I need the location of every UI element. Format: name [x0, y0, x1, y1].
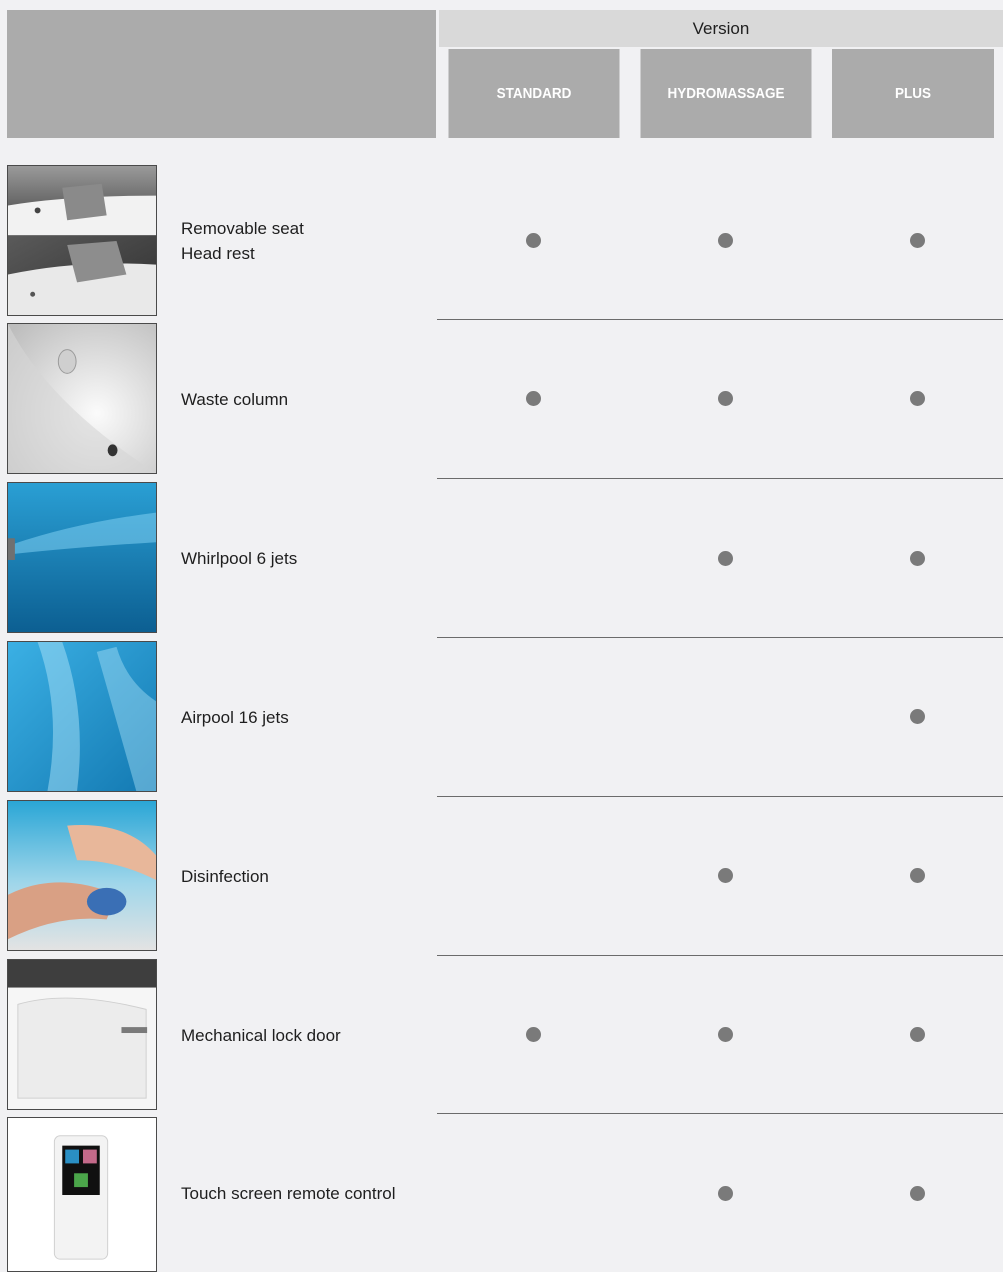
feature-label: Airpool 16 jets [181, 705, 289, 730]
feature-row-remote-control: Touch screen remote control [0, 1117, 1003, 1272]
feature-row-lock-door: Mechanical lock door [0, 959, 1003, 1111]
feature-row-airpool: Airpool 16 jets [0, 641, 1003, 793]
feature-label: Mechanical lock door [181, 1023, 341, 1048]
feature-label-line: Airpool 16 jets [181, 708, 289, 727]
availability-dot-plus [910, 868, 925, 883]
version-header: Version [439, 10, 1003, 47]
feature-label-line: Touch screen remote control [181, 1184, 396, 1203]
airpool-jets-photo [7, 641, 157, 792]
whirlpool-jets-photo [7, 482, 157, 633]
feature-label-line: Removable seat [181, 219, 304, 238]
availability-dot-hydromassage [718, 391, 733, 406]
row-divider [437, 1113, 1003, 1114]
availability-dot-standard [526, 1027, 541, 1042]
row-divider [437, 637, 1003, 638]
feature-label-line: Waste column [181, 390, 289, 409]
column-plus: PLUS [832, 49, 994, 138]
feature-label: Removable seat Head rest [181, 216, 304, 266]
disinfection-photo [7, 800, 157, 951]
feature-label: Waste column [181, 387, 288, 412]
availability-dot-plus [910, 1186, 925, 1201]
feature-label-line: Mechanical lock door [181, 1026, 341, 1045]
feature-label-line: Head rest [181, 244, 255, 263]
row-divider [437, 955, 1003, 956]
availability-dot-hydromassage [718, 551, 733, 566]
feature-label: Touch screen remote control [181, 1181, 396, 1206]
column-hydromassage: HYDROMASSAGE [640, 49, 812, 138]
feature-row-whirlpool: Whirlpool 6 jets [0, 482, 1003, 634]
availability-dot-plus [910, 709, 925, 724]
lock-door-photo [7, 959, 157, 1110]
availability-dot-hydromassage [718, 1027, 733, 1042]
availability-dot-hydromassage [718, 868, 733, 883]
feature-label: Disinfection [181, 864, 269, 889]
feature-row-waste-column: Waste column [0, 323, 1003, 475]
availability-dot-hydromassage [718, 1186, 733, 1201]
row-divider [437, 796, 1003, 797]
feature-label: Whirlpool 6 jets [181, 546, 297, 571]
availability-dot-plus [910, 391, 925, 406]
availability-dot-standard [526, 233, 541, 248]
row-divider [437, 478, 1003, 479]
feature-label-line: Whirlpool 6 jets [181, 549, 298, 568]
column-standard: STANDARD [448, 49, 620, 138]
feature-row-removable-seat: Removable seat Head rest [0, 165, 1003, 317]
feature-label-line: Disinfection [181, 867, 269, 886]
header-blank-cell [7, 10, 436, 138]
availability-dot-plus [910, 551, 925, 566]
availability-dot-standard [526, 391, 541, 406]
availability-dot-plus [910, 233, 925, 248]
feature-row-disinfection: Disinfection [0, 800, 1003, 952]
availability-dot-hydromassage [718, 233, 733, 248]
availability-dot-plus [910, 1027, 925, 1042]
waste-column-photo [7, 323, 157, 474]
remote-control-photo [7, 1117, 157, 1272]
row-divider [437, 319, 1003, 320]
removable-seat-photo [7, 165, 157, 316]
